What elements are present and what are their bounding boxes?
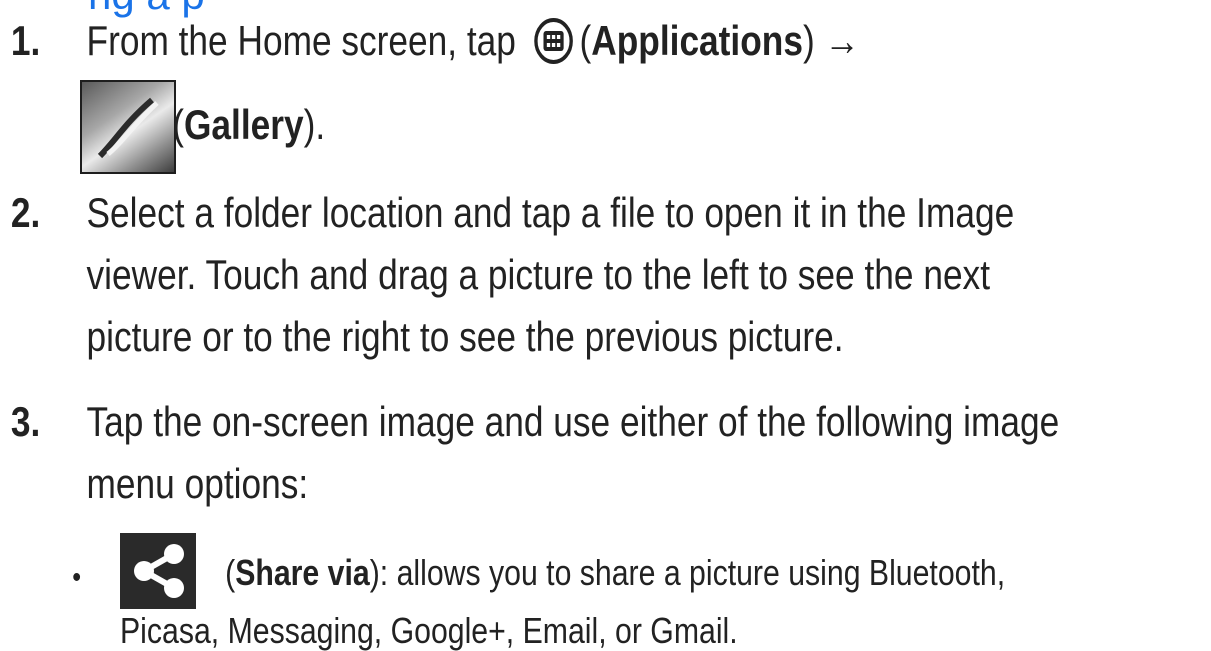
applications-open-paren: ( (579, 17, 592, 64)
applications-grid-icon (534, 17, 573, 64)
step-2-line-2: viewer. Touch and drag a picture to the … (86, 251, 991, 298)
share-via-line-2: Picasa, Messaging, Google+, Email, or Gm… (120, 610, 738, 651)
step-3-line-1: Tap the on-screen image and use either o… (86, 398, 1060, 445)
gallery-close-paren: ). (303, 101, 326, 148)
step-1-prefix: From the Home screen, tap (86, 17, 516, 64)
share-via-label: Share via (235, 552, 370, 593)
share-open-paren: ( (225, 552, 236, 593)
gallery-open-paren: ( (172, 101, 184, 148)
share-via-description: : allows you to share a picture using Bl… (379, 552, 1006, 593)
step-2-line-3: picture or to the right to see the previ… (86, 313, 844, 360)
step-2-line-1: Select a folder location and tap a file … (86, 189, 1015, 236)
step-number: 3. (10, 398, 41, 445)
bullet-dot: • (72, 561, 82, 594)
section-heading-fragment: ng a p (88, 0, 205, 16)
gallery-label-line: (Gallery). (172, 101, 325, 149)
share-via-line-1: (Share via): allows you to share a pictu… (225, 553, 1005, 593)
step-number: 2. (10, 189, 41, 236)
step-1-text: From the Home screen, tap (Applications)… (87, 17, 860, 67)
applications-label: Applications (591, 17, 803, 64)
applications-close-paren: ) (802, 17, 815, 64)
step-number: 1. (10, 17, 41, 64)
share-close-paren: ) (369, 552, 380, 593)
share-icon (120, 533, 196, 609)
gallery-icon (80, 80, 176, 174)
step-3-line-2: menu options: (86, 460, 309, 507)
arrow-icon: → (824, 17, 860, 64)
gallery-label: Gallery (183, 101, 304, 148)
